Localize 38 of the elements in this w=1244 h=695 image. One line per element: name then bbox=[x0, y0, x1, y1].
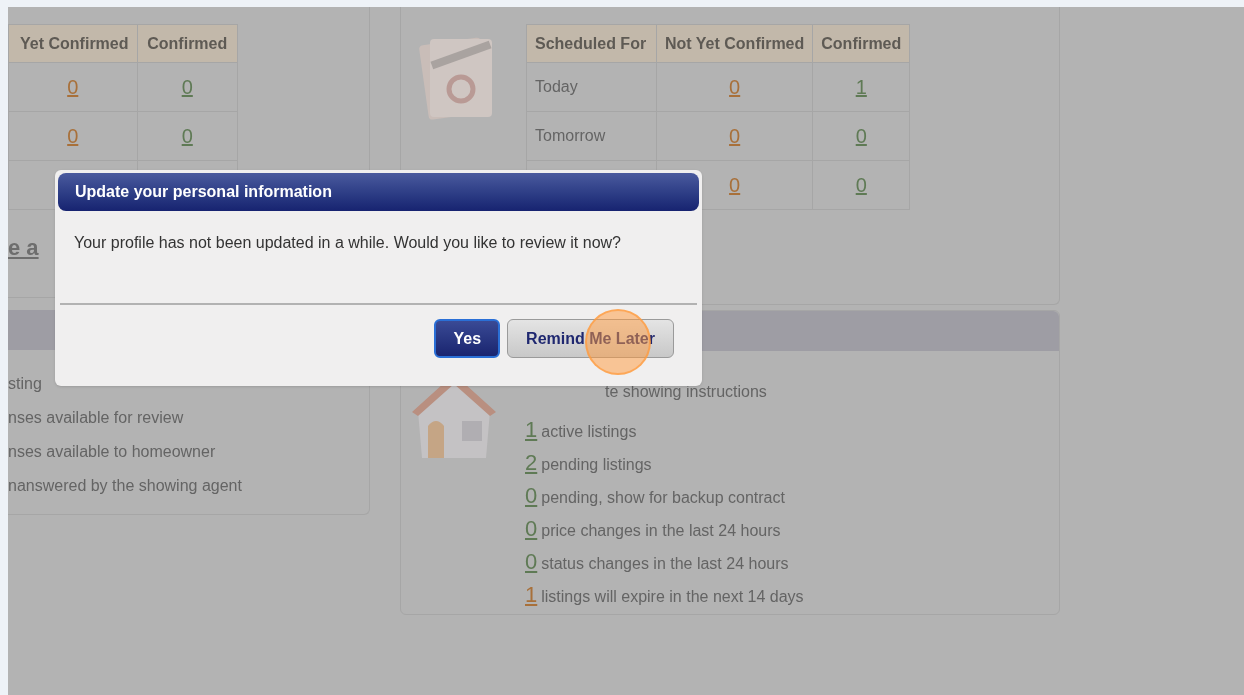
count-link[interactable]: 2 bbox=[525, 446, 538, 479]
feedback-item: nses available for review bbox=[8, 408, 185, 428]
count-link[interactable]: 1 bbox=[525, 413, 538, 446]
column-header: Not Yet Confirmed bbox=[665, 34, 805, 52]
count-link[interactable]: 0 bbox=[181, 125, 193, 147]
count-link[interactable]: 1 bbox=[855, 76, 867, 98]
column-header: Yet Confirmed bbox=[20, 34, 129, 52]
count-link[interactable]: 0 bbox=[181, 76, 193, 98]
listing-stat: price changes in the last 24 hours bbox=[541, 521, 781, 541]
table-cell: Tomorrow bbox=[535, 127, 606, 144]
count-link[interactable]: 0 bbox=[525, 512, 538, 545]
listing-stat: active listings bbox=[541, 422, 637, 442]
count-link[interactable]: 0 bbox=[525, 479, 538, 512]
count-link[interactable]: 0 bbox=[525, 545, 538, 578]
feedback-item: sting bbox=[8, 374, 43, 394]
count-link[interactable]: 1 bbox=[525, 578, 538, 611]
count-link[interactable]: 0 bbox=[855, 174, 867, 196]
listing-stat: status changes in the last 24 hours bbox=[541, 554, 789, 574]
column-header: Confirmed bbox=[147, 34, 228, 52]
dialog-title: Update your personal information bbox=[58, 173, 699, 211]
listing-stat: listings will expire in the next 14 days bbox=[541, 587, 804, 607]
column-header: Confirmed bbox=[821, 34, 902, 52]
yes-button[interactable]: Yes bbox=[434, 319, 501, 358]
feedback-item: nanswered by the showing agent bbox=[8, 476, 243, 496]
listing-stat: te showing instructions bbox=[605, 382, 767, 402]
count-link[interactable]: 0 bbox=[855, 125, 867, 147]
link[interactable]: e a bbox=[8, 231, 39, 264]
dialog-message: Your profile has not been updated in a while. Would you like to review it now? bbox=[74, 233, 622, 253]
count-link[interactable]: 0 bbox=[729, 125, 741, 147]
count-link[interactable]: 0 bbox=[67, 125, 79, 147]
listing-stat: pending, show for backup contract bbox=[541, 488, 785, 508]
table-cell: Today bbox=[535, 78, 578, 95]
count-link[interactable]: 0 bbox=[729, 76, 741, 98]
count-link[interactable]: 0 bbox=[67, 76, 79, 98]
feedback-item: nses available to homeowner bbox=[8, 442, 217, 462]
column-header: Scheduled For bbox=[535, 34, 647, 52]
count-link[interactable]: 0 bbox=[729, 174, 741, 196]
listing-stat: pending listings bbox=[541, 455, 652, 475]
